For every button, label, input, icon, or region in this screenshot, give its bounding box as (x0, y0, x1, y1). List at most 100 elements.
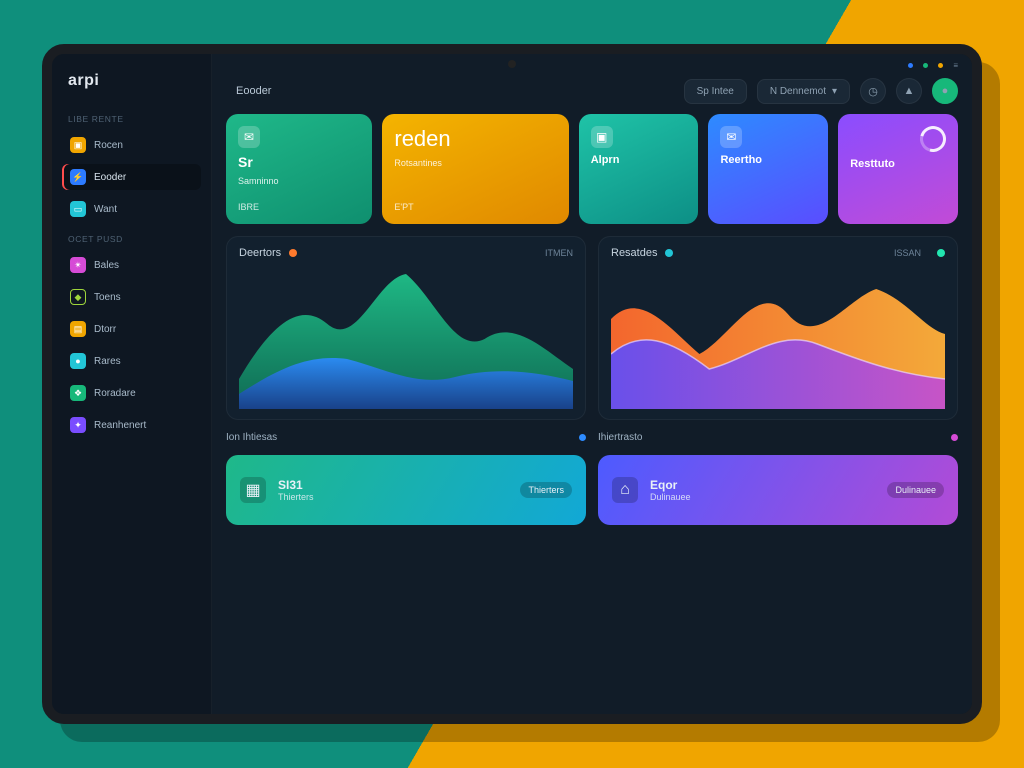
sidebar: arpi LIBE RENTE ▣ Rocen ⚡ Eooder ▭ Want … (52, 54, 212, 714)
legend-dot-icon (665, 249, 673, 257)
card-reden[interactable]: reden Rotsantines E'PT (382, 114, 568, 224)
tablet-camera (508, 60, 516, 68)
clock-icon: ◷ (868, 85, 878, 98)
selector-label: Sp Intee (697, 86, 734, 97)
sidebar-item-label: Eooder (94, 172, 126, 183)
content: ✉ Sr Samninno IBRE reden Rotsantines E'P… (212, 114, 972, 714)
summary-cards: ✉ Sr Samninno IBRE reden Rotsantines E'P… (226, 114, 958, 224)
sidebar-group-label: OCET PUSD (62, 228, 201, 246)
status-glyph: ≡ (953, 61, 958, 70)
chat-icon: ✴ (70, 257, 86, 273)
selector-label: N Dennemot (770, 86, 826, 97)
clock-button[interactable]: ◷ (860, 78, 886, 104)
chevron-down-icon: ▾ (832, 86, 837, 97)
section-title-right: Ihiertrasto (598, 432, 958, 443)
selector-mode[interactable]: N Dennemot ▾ (757, 79, 850, 104)
circle-icon: ● (70, 353, 86, 369)
card-resttuto[interactable]: Resttuto (838, 114, 958, 224)
main-area: ≡ Eooder Sp Intee N Dennemot ▾ ◷ ▲ ● (212, 54, 972, 714)
charts-row: Deertors ITMEN (226, 236, 958, 420)
status-dot-icon (908, 63, 913, 68)
sidebar-item-want[interactable]: ▭ Want (62, 196, 201, 222)
area-chart (239, 259, 573, 409)
section-dot-icon (951, 434, 958, 441)
camera-icon: ▣ (591, 126, 613, 148)
panel-title: Resatdes (611, 247, 657, 259)
bell-icon: ▲ (904, 85, 915, 97)
panel-header: Resatdes ISSAN (611, 247, 945, 259)
sidebar-item-label: Dtorr (94, 324, 116, 335)
wide-sub: Thierters (278, 492, 314, 502)
card-title: Resttuto (850, 158, 946, 170)
card-sr[interactable]: ✉ Sr Samninno IBRE (226, 114, 372, 224)
sidebar-item-label: Rares (94, 356, 121, 367)
chart-body (239, 259, 573, 409)
gem-icon: ✦ (70, 417, 86, 433)
selector-sp[interactable]: Sp Intee (684, 79, 747, 104)
card-foot: E'PT (394, 202, 556, 212)
sidebar-item-eooder[interactable]: ⚡ Eooder (62, 164, 201, 190)
tablet-statusbar: ≡ (212, 54, 972, 76)
card-reertho[interactable]: ✉ Reertho (708, 114, 828, 224)
briefcase-icon: ▦ (240, 477, 266, 503)
app-logo: arpi (62, 68, 201, 102)
wide-title: Eqor (650, 478, 691, 492)
card-title: Sr (238, 154, 360, 170)
wide-card-right[interactable]: ⌂ Eqor Dulinauee Dulinauee (598, 455, 958, 525)
wide-sub: Dulinauee (650, 492, 691, 502)
panel-sub: ITMEN (545, 248, 573, 258)
card-sub: Samninno (238, 176, 360, 186)
section-label: Ion Ihtiesas (226, 432, 277, 443)
sidebar-item-label: Rocen (94, 140, 123, 151)
hex-icon: ◆ (70, 289, 86, 305)
folder-icon: ▤ (70, 321, 86, 337)
mail-icon: ✉ (720, 126, 742, 148)
area-chart (611, 259, 945, 409)
panel-sub: ISSAN (894, 248, 921, 258)
bolt-icon: ⚡ (70, 169, 86, 185)
square-icon: ▣ (70, 137, 86, 153)
sidebar-item-dtorr[interactable]: ▤ Dtorr (62, 316, 201, 342)
sidebar-item-bales[interactable]: ✴ Bales (62, 252, 201, 278)
mail-icon: ✉ (238, 126, 260, 148)
section-label: Ihiertrasto (598, 432, 642, 443)
leaf-icon: ❖ (70, 385, 86, 401)
status-dot-icon (923, 63, 928, 68)
topbar: Eooder Sp Intee N Dennemot ▾ ◷ ▲ ● (212, 76, 972, 114)
section-title-left: Ion Ihtiesas (226, 432, 586, 443)
card-title: Alprn (591, 154, 687, 166)
sidebar-item-rares[interactable]: ● Rares (62, 348, 201, 374)
wide-tag: Thierters (520, 482, 572, 498)
sidebar-item-label: Reanhenert (94, 420, 146, 431)
card-icon: ▭ (70, 201, 86, 217)
sidebar-item-label: Want (94, 204, 117, 215)
card-alprn[interactable]: ▣ Alprn (579, 114, 699, 224)
progress-ring-icon (915, 121, 951, 157)
sidebar-item-label: Toens (94, 292, 121, 303)
bank-icon: ⌂ (612, 477, 638, 503)
wide-card-left[interactable]: ▦ SI31 Thierters Thierters (226, 455, 586, 525)
sidebar-item-toens[interactable]: ◆ Toens (62, 284, 201, 310)
avatar-icon: ● (942, 85, 949, 97)
wide-title: SI31 (278, 478, 314, 492)
panel-header: Deertors ITMEN (239, 247, 573, 259)
panel-title: Deertors (239, 247, 281, 259)
profile-button[interactable]: ● (932, 78, 958, 104)
card-title: Reertho (720, 154, 816, 166)
chart-panel-left: Deertors ITMEN (226, 236, 586, 420)
sidebar-item-rocen[interactable]: ▣ Rocen (62, 132, 201, 158)
legend-dot-icon (289, 249, 297, 257)
sidebar-item-reanhenert[interactable]: ✦ Reanhenert (62, 412, 201, 438)
notifications-button[interactable]: ▲ (896, 78, 922, 104)
card-sub: Rotsantines (394, 158, 556, 168)
sidebar-item-label: Roradare (94, 388, 136, 399)
sidebar-item-roradare[interactable]: ❖ Roradare (62, 380, 201, 406)
breadcrumb: Eooder (226, 79, 281, 103)
app-screen: arpi LIBE RENTE ▣ Rocen ⚡ Eooder ▭ Want … (52, 54, 972, 714)
sidebar-group-label: LIBE RENTE (62, 108, 201, 126)
legend-dot-icon (937, 249, 945, 257)
sidebar-item-label: Bales (94, 260, 119, 271)
section-dot-icon (579, 434, 586, 441)
card-title: reden (394, 126, 556, 152)
wide-tag: Dulinauee (887, 482, 944, 498)
